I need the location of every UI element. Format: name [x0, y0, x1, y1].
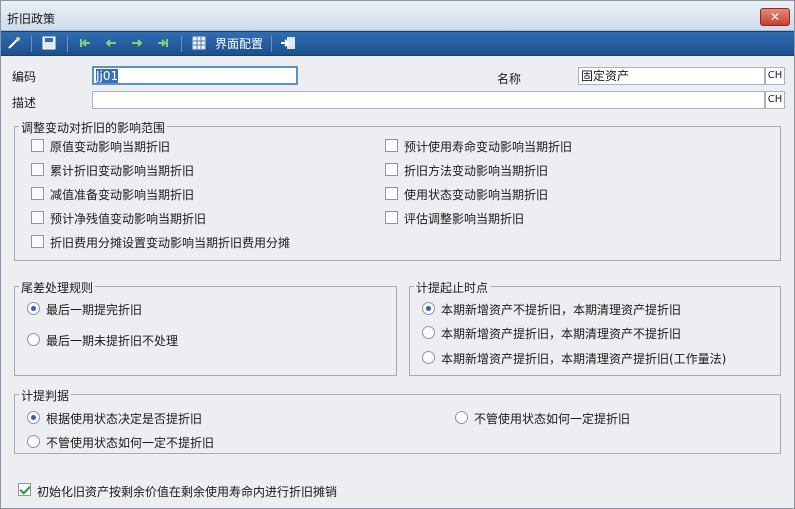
timing-group: 计提起止时点 本期新增资产不提折旧，本期清理资产提折旧 本期新增资产提折旧，本期… [409, 279, 781, 376]
next-record-icon[interactable] [129, 35, 145, 53]
name-field[interactable]: 固定资产 [578, 67, 765, 85]
residual-radio[interactable] [27, 333, 40, 346]
judge-radio[interactable] [455, 411, 468, 424]
scope-checkbox[interactable] [385, 139, 398, 152]
exit-icon[interactable] [279, 35, 297, 53]
scope-checkbox[interactable] [31, 187, 44, 200]
init-checkbox[interactable] [18, 483, 31, 496]
timing-title: 计提起止时点 [414, 279, 491, 296]
timing-radio[interactable] [422, 326, 435, 339]
scope-option-label: 折旧费用分摊设置变动影响当期折旧费用分摊 [50, 236, 291, 250]
desc-language-button[interactable]: CH [765, 91, 785, 109]
scope-checkbox[interactable] [385, 163, 398, 176]
residual-option-label: 最后一期提完折旧 [46, 303, 143, 317]
scope-option-label: 预计使用寿命变动影响当期折旧 [404, 140, 573, 154]
code-label: 编码 [12, 70, 37, 84]
window-title: 折旧政策 [7, 12, 56, 26]
timing-option-label: 本期新增资产提折旧，本期清理资产提折旧(工作量法) [441, 352, 727, 366]
first-record-icon[interactable] [77, 35, 93, 53]
residual-title: 尾差处理规则 [19, 279, 96, 296]
timing-radio[interactable] [422, 351, 435, 364]
scope-checkbox[interactable] [385, 211, 398, 224]
config-grid-icon[interactable] [191, 35, 207, 53]
scope-checkbox[interactable] [31, 235, 44, 248]
name-language-button[interactable]: CH [765, 67, 785, 85]
config-button[interactable]: 界面配置 [211, 35, 267, 53]
code-field[interactable]: Jj01 [92, 66, 298, 85]
timing-option-label: 本期新增资产不提折旧，本期清理资产提折旧 [441, 303, 682, 317]
judge-radio[interactable] [27, 411, 40, 424]
scope-option-label: 减值准备变动影响当期折旧 [50, 188, 195, 202]
residual-option-label: 最后一期未提折旧不处理 [46, 334, 179, 348]
scope-checkbox[interactable] [31, 139, 44, 152]
residual-radio[interactable] [27, 302, 40, 315]
judge-option-label: 不管使用状态如何一定不提折旧 [46, 436, 215, 450]
edit-brush-icon[interactable] [6, 35, 22, 53]
scope-option-label: 评估调整影响当期折旧 [404, 212, 525, 226]
init-label: 初始化旧资产按剩余价值在剩余使用寿命内进行折旧摊销 [37, 485, 338, 499]
title-bar: 折旧政策 ✕ [1, 4, 794, 31]
desc-field[interactable] [92, 91, 765, 109]
scope-option-label: 预计净残值变动影响当期折旧 [50, 212, 207, 226]
close-button[interactable]: ✕ [760, 8, 790, 26]
judge-title: 计提判据 [19, 387, 72, 404]
scope-checkbox[interactable] [31, 211, 44, 224]
judge-option-label: 不管使用状态如何一定提折旧 [474, 412, 631, 426]
prev-record-icon[interactable] [103, 35, 119, 53]
desc-label: 描述 [12, 96, 37, 110]
scope-option-label: 折旧方法变动影响当期折旧 [404, 164, 549, 178]
scope-checkbox[interactable] [31, 163, 44, 176]
code-value: Jj01 [96, 69, 119, 83]
name-label: 名称 [497, 72, 522, 86]
timing-option-label: 本期新增资产提折旧，本期清理资产不提折旧 [441, 327, 682, 341]
residual-group: 尾差处理规则 最后一期提完折旧 最后一期未提折旧不处理 [14, 279, 397, 376]
scope-title: 调整变动对折旧的影响范围 [19, 119, 168, 136]
scope-option-label: 使用状态变动影响当期折旧 [404, 188, 549, 202]
judge-option-label: 根据使用状态决定是否提折旧 [46, 412, 203, 426]
timing-radio[interactable] [422, 302, 435, 315]
judge-group: 计提判据 根据使用状态决定是否提折旧 不管使用状态如何一定不提折旧 不管使用状态… [14, 387, 781, 454]
scope-option-label: 累计折旧变动影响当期折旧 [50, 164, 195, 178]
save-icon[interactable] [41, 35, 57, 53]
judge-radio[interactable] [27, 435, 40, 448]
toolbar: 界面配置 [1, 31, 794, 56]
last-record-icon[interactable] [155, 35, 171, 53]
policy-window: 折旧政策 ✕ 界面配置 编码 Jj01 名称 固定资产 CH 描述 CH 调整变… [0, 0, 795, 509]
scope-checkbox[interactable] [385, 187, 398, 200]
scope-option-label: 原值变动影响当期折旧 [50, 140, 171, 154]
scope-group: 调整变动对折旧的影响范围 原值变动影响当期折旧 累计折旧变动影响当期折旧 减值准… [14, 119, 781, 261]
